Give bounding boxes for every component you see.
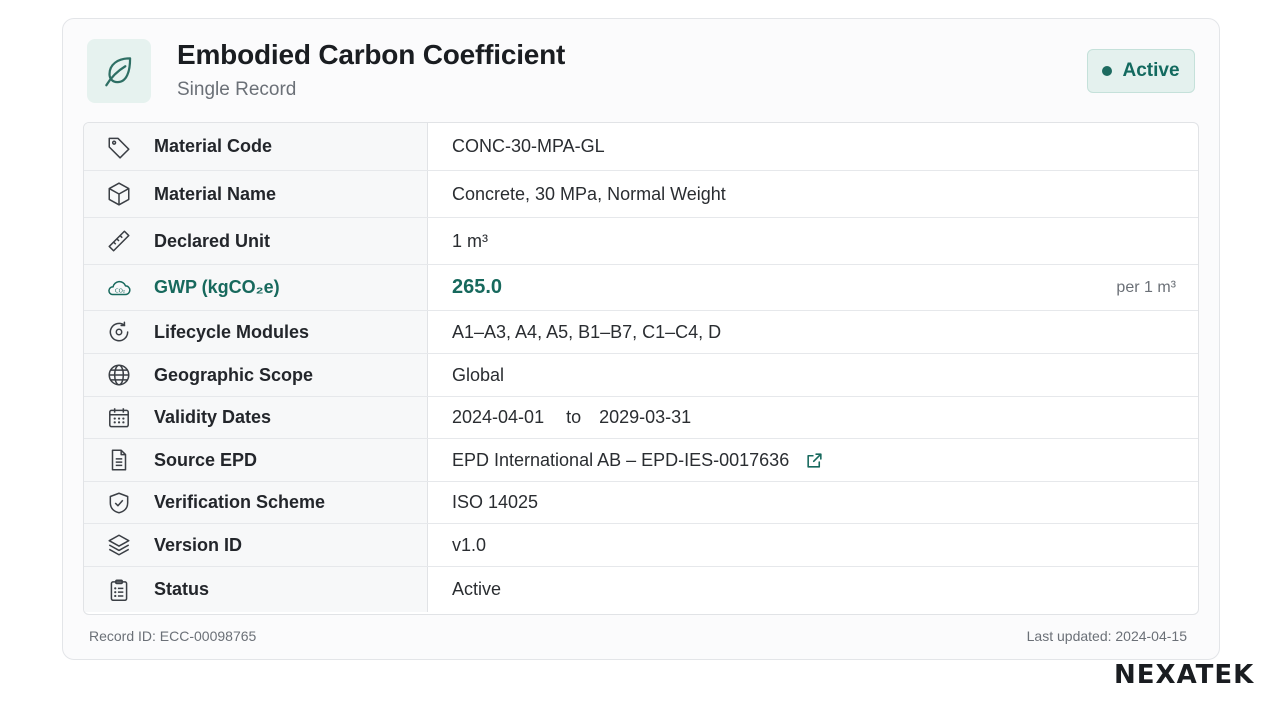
gwp-value: 265.0 [452, 276, 503, 298]
table-row: Version ID v1.0 [84, 524, 1198, 567]
leaf-icon [87, 39, 151, 103]
shield-check-icon [84, 490, 154, 516]
table-row: Material Name Concrete, 30 MPa, Normal W… [84, 171, 1198, 218]
external-link-icon[interactable] [805, 451, 824, 470]
layers-icon [84, 532, 154, 558]
verification-scheme-value: ISO 14025 [452, 492, 539, 512]
table-row: Validity Dates 2024-04-01 to 2029-03-31 [84, 397, 1198, 439]
row-label: Geographic Scope [154, 364, 314, 385]
version-id-value: v1.0 [452, 534, 487, 555]
row-label: Source EPD [154, 449, 258, 470]
table-row: CO₂ GWP (kgCO₂e) 265.0 per 1 m³ [84, 265, 1198, 311]
record-id: Record ID: ECC-00098765 [89, 628, 257, 644]
row-label: Version ID [154, 534, 243, 555]
last-updated: Last updated: 2024-04-15 [1026, 628, 1187, 644]
document-icon [84, 447, 154, 473]
row-label: Material Name [154, 183, 277, 204]
table-row: Geographic Scope Global [84, 354, 1198, 397]
row-label: GWP (kgCO₂e) [154, 277, 280, 297]
record-table: Material Code CONC-30-MPA-GL Material Na… [83, 122, 1199, 615]
declared-unit-value: 1 m³ [452, 230, 488, 251]
validity-to-label: to [566, 407, 582, 427]
calendar-icon [84, 405, 154, 431]
material-code-value: CONC-30-MPA-GL [452, 136, 605, 156]
row-label: Declared Unit [154, 230, 271, 251]
page-title: Embodied Carbon Coefficient [177, 39, 566, 70]
table-row: Lifecycle Modules A1–A3, A4, A5, B1–B7, … [84, 311, 1198, 354]
ruler-icon [84, 228, 154, 254]
clipboard-icon [84, 577, 154, 603]
row-label: Lifecycle Modules [154, 321, 310, 342]
page-subtitle: Single Record [177, 79, 297, 100]
table-row: Verification Scheme ISO 14025 [84, 482, 1198, 524]
lifecycle-modules-value: A1–A3, A4, A5, B1–B7, C1–C4, D [452, 321, 722, 342]
table-row: Material Code CONC-30-MPA-GL [84, 123, 1198, 171]
table-row: Status Active [84, 567, 1198, 612]
co2-cloud-icon: CO₂ [84, 275, 154, 301]
row-label: Status [154, 579, 210, 599]
geographic-scope-value: Global [452, 364, 505, 385]
svg-text:CO₂: CO₂ [115, 288, 125, 294]
source-epd-link[interactable]: EPD International AB – EPD-IES-0017636 [452, 450, 789, 471]
row-label: Verification Scheme [154, 492, 326, 512]
row-label: Validity Dates [154, 407, 272, 427]
gwp-unit: per 1 m³ [1116, 278, 1176, 296]
tag-icon [84, 134, 154, 160]
table-row: Source EPD EPD International AB – EPD-IE… [84, 439, 1198, 482]
status-value: Active [452, 579, 502, 599]
validity-start-date: 2024-04-01 [452, 407, 545, 427]
globe-icon [84, 362, 154, 388]
status-badge: Active [1087, 49, 1195, 93]
lifecycle-icon [84, 319, 154, 345]
table-row: Declared Unit 1 m³ [84, 218, 1198, 265]
cube-icon [84, 181, 154, 207]
status-dot [1102, 66, 1113, 76]
status-badge-label: Active [1122, 60, 1180, 81]
brand-logo: NEXATEK [1114, 660, 1255, 690]
record-card: Embodied Carbon Coefficient Single Recor… [62, 18, 1220, 660]
material-name-value: Concrete, 30 MPa, Normal Weight [452, 183, 726, 204]
row-label: Material Code [154, 136, 273, 156]
validity-end-date: 2029-03-31 [599, 407, 692, 427]
